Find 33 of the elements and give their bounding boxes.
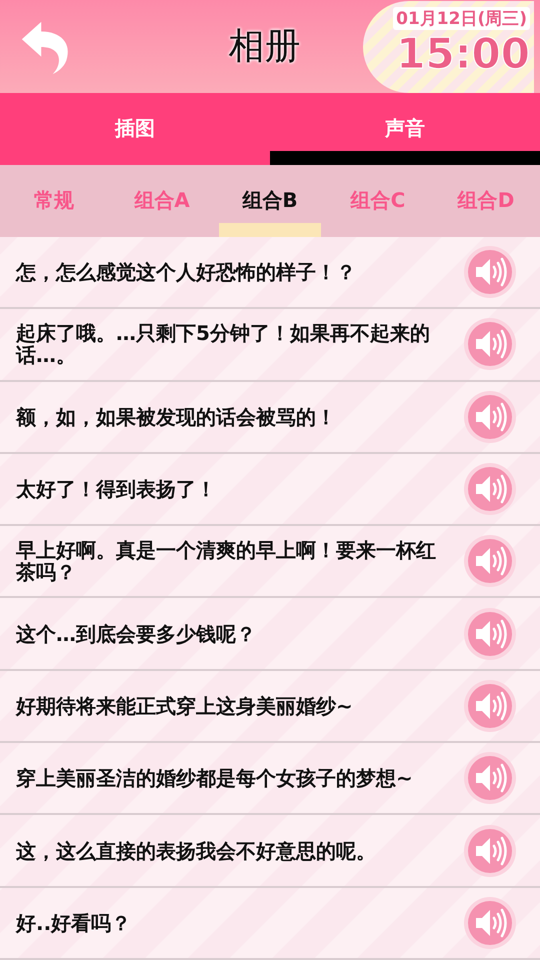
- voice-line-text: 这，这么直接的表扬我会不好意思的呢。: [16, 840, 376, 862]
- voice-row[interactable]: 穿上美丽圣洁的婚纱都是每个女孩子的梦想~: [0, 743, 540, 816]
- voice-line-text: 穿上美丽圣洁的婚纱都是每个女孩子的梦想~: [16, 767, 413, 790]
- speaker-icon[interactable]: [464, 896, 516, 949]
- voice-line-text: 早上好啊。真是一个清爽的早上啊！要来一杯红茶吗？: [16, 539, 436, 584]
- voice-line-text: 这个…到底会要多少钱呢？: [16, 622, 256, 645]
- voice-line-text: 起床了哦。…只剩下5分钟了！如果再不起来的话…。: [16, 322, 431, 366]
- speaker-icon[interactable]: [464, 463, 516, 516]
- speaker-icon[interactable]: [464, 608, 516, 660]
- speaker-icon[interactable]: [464, 246, 516, 298]
- time-label: 15:00: [396, 30, 530, 78]
- voice-line-text: 太好了！得到表扬了！: [16, 478, 216, 500]
- voice-row[interactable]: 额，如，如果被发现的话会被骂的！: [0, 382, 540, 454]
- page-title: 相册: [228, 25, 301, 69]
- voice-line-text: 好..好看吗？: [16, 912, 132, 934]
- voice-row[interactable]: 这个…到底会要多少钱呢？: [0, 598, 540, 671]
- speaker-icon[interactable]: [464, 824, 516, 877]
- voice-row[interactable]: 早上好啊。真是一个清爽的早上啊！要来一杯红茶吗？: [0, 526, 540, 598]
- voice-line-text: 额，如，如果被发现的话会被骂的！: [16, 406, 336, 428]
- voice-row[interactable]: 太好了！得到表扬了！: [0, 454, 540, 526]
- speaker-icon[interactable]: [464, 318, 516, 370]
- speaker-icon[interactable]: [464, 535, 516, 588]
- speaker-icon[interactable]: [464, 752, 516, 804]
- voice-row[interactable]: 怎，怎么感觉这个人好恐怖的样子！？: [0, 237, 540, 310]
- voice-row[interactable]: 这，这么直接的表扬我会不好意思的呢。: [0, 815, 540, 888]
- speaker-icon[interactable]: [464, 680, 516, 732]
- voice-row[interactable]: 好期待将来能正式穿上这身美丽婚纱~: [0, 670, 540, 744]
- date-label: 01月12日(周三): [393, 6, 530, 30]
- voice-row[interactable]: 好..好看吗？: [0, 888, 540, 960]
- speaker-icon[interactable]: [464, 390, 516, 443]
- voice-row[interactable]: 起床了哦。…只剩下5分钟了！如果再不起来的话…。: [0, 309, 540, 382]
- voice-line-text: 好期待将来能正式穿上这身美丽婚纱~: [16, 694, 353, 717]
- voice-line-text: 怎，怎么感觉这个人好恐怖的样子！？: [16, 261, 356, 284]
